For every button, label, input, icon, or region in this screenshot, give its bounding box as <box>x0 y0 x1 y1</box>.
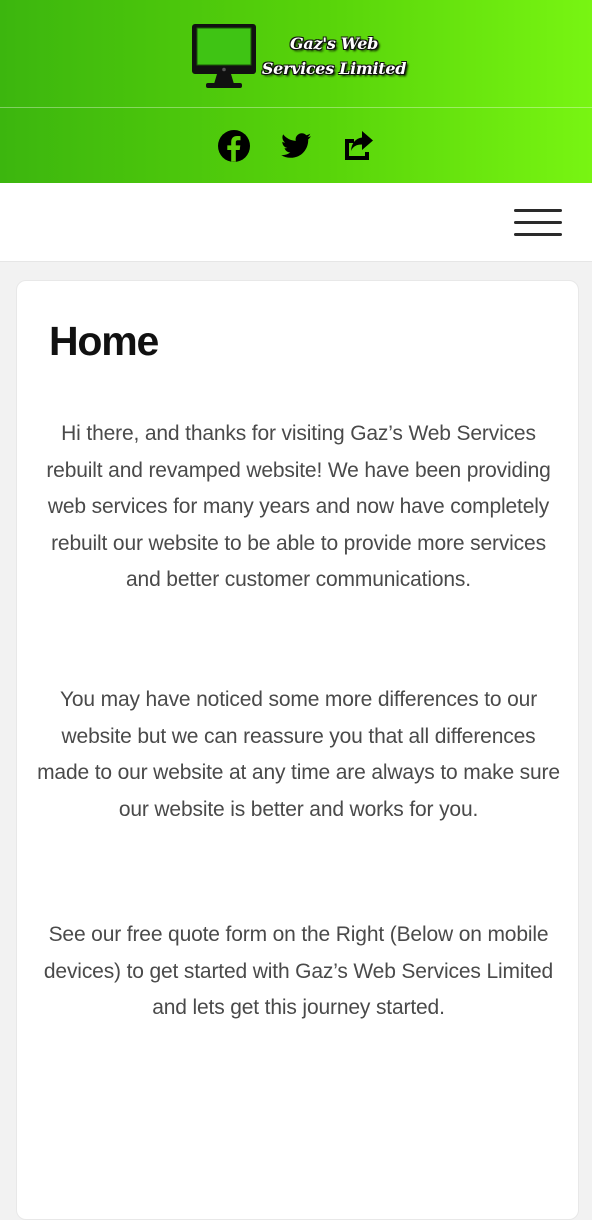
site-header: Gaz's Web Services Limited <box>0 0 592 183</box>
logo-line-2: Services Limited <box>261 59 407 78</box>
twitter-icon[interactable] <box>278 128 314 164</box>
quote-form-paragraph: See our free quote form on the Right (Be… <box>43 923 554 1020</box>
intro-paragraph: Hi there, and thanks for visiting Gaz’s … <box>46 422 551 592</box>
facebook-icon[interactable] <box>216 128 252 164</box>
share-icon[interactable] <box>340 128 376 164</box>
content-card: Home Hi there, and thanks for visiting G… <box>16 280 579 1220</box>
computer-monitor-icon <box>192 24 256 88</box>
site-logo[interactable]: Gaz's Web Services Limited <box>189 22 407 92</box>
hamburger-menu-icon[interactable] <box>512 205 564 241</box>
menu-bar-middle <box>514 221 562 224</box>
social-links <box>0 109 592 183</box>
menu-bar-bottom <box>514 233 562 236</box>
brand-row: Gaz's Web Services Limited <box>0 0 592 108</box>
logo-line-1: Gaz's Web <box>290 34 378 53</box>
nav-bar <box>0 183 592 262</box>
menu-bar-top <box>514 209 562 212</box>
logo-text: Gaz's Web Services Limited <box>261 31 407 81</box>
differences-paragraph: You may have noticed some more differenc… <box>37 688 560 821</box>
page-title: Home <box>49 318 159 364</box>
